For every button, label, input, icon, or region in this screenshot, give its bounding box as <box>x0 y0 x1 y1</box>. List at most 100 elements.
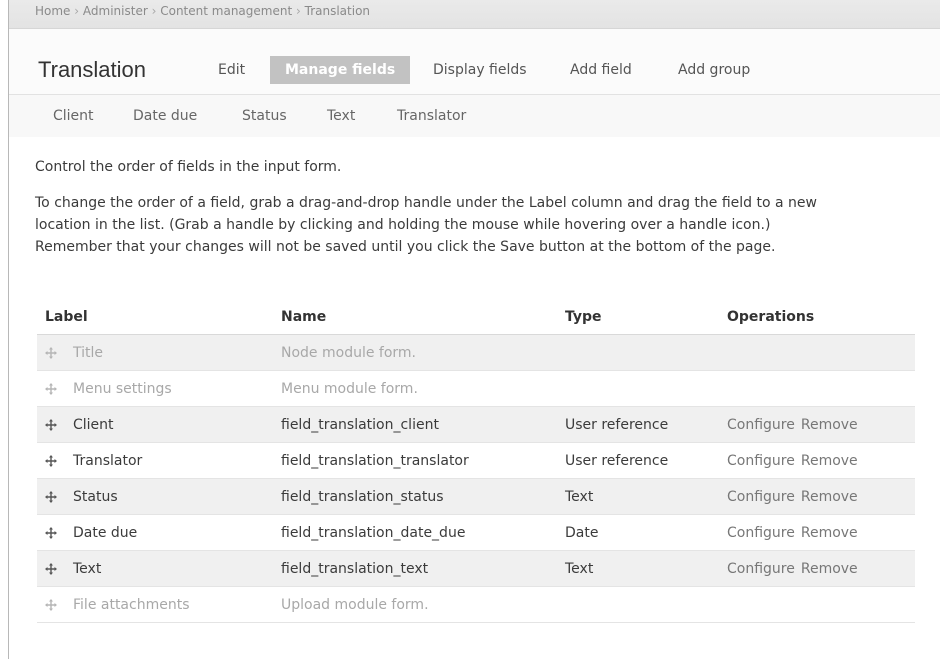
configure-link[interactable]: Configure <box>727 489 795 505</box>
field-label: Client <box>73 416 114 433</box>
tab-add-field[interactable]: Add field <box>570 56 632 84</box>
cell-type <box>565 334 727 371</box>
breadcrumb: Home › Administer › Content management ›… <box>9 0 940 29</box>
cell-name: field_translation_status <box>281 478 565 515</box>
drag-handle-icon[interactable] <box>45 454 57 467</box>
tab-edit[interactable]: Edit <box>218 56 245 84</box>
help-intro-text: Control the order of fields in the input… <box>35 159 342 175</box>
field-label: Date due <box>73 524 138 541</box>
remove-link[interactable]: Remove <box>801 417 858 433</box>
help-line-1: To change the order of a field, grab a d… <box>35 195 817 211</box>
table-row: Text field_translation_text Text Configure R… <box>37 550 915 587</box>
drag-handle-icon[interactable] <box>45 490 57 503</box>
remove-link[interactable]: Remove <box>801 489 858 505</box>
subtab-text[interactable]: Text <box>327 108 355 124</box>
cell-label: Translator <box>37 442 281 479</box>
header-type: Type <box>565 300 727 335</box>
configure-link[interactable]: Configure <box>727 453 795 469</box>
configure-link[interactable]: Configure <box>727 417 795 433</box>
breadcrumb-separator: › <box>74 4 80 18</box>
cell-operations: Configure Remove <box>727 550 915 587</box>
field-label: File attachments <box>73 596 190 613</box>
header-operations: Operations <box>727 300 915 335</box>
cell-label: Status <box>37 478 281 515</box>
help-line-3: Remember that your changes will not be s… <box>35 239 776 255</box>
subtab-client[interactable]: Client <box>53 108 94 124</box>
drag-handle-icon[interactable] <box>45 418 57 431</box>
field-label: Text <box>73 560 102 577</box>
table-body: Title Node module form. Menu settings Menu … <box>37 334 915 623</box>
configure-link[interactable]: Configure <box>727 525 795 541</box>
cell-operations: Configure Remove <box>727 478 915 515</box>
breadcrumb-content-management[interactable]: Content management <box>160 4 292 18</box>
breadcrumb-translation[interactable]: Translation <box>305 4 370 18</box>
drag-handle-icon <box>45 382 57 395</box>
breadcrumb-home[interactable]: Home <box>35 4 70 18</box>
cell-name: field_translation_client <box>281 406 565 443</box>
cell-label: Text <box>37 550 281 587</box>
subtab-date-due[interactable]: Date due <box>133 108 197 124</box>
cell-name: Menu module form. <box>281 370 565 407</box>
breadcrumb-separator: › <box>296 4 301 18</box>
help-instructions: To change the order of a field, grab a d… <box>35 192 925 258</box>
help-intro: Control the order of fields in the input… <box>35 156 925 178</box>
remove-link[interactable]: Remove <box>801 525 858 541</box>
cell-type: User reference <box>565 406 727 443</box>
cell-type: Date <box>565 514 727 551</box>
header-name: Name <box>281 300 565 335</box>
cell-name: Node module form. <box>281 334 565 371</box>
drag-handle-icon <box>45 346 57 359</box>
drag-handle-icon[interactable] <box>45 562 57 575</box>
table-row: Translator field_translation_translator Us… <box>37 442 915 479</box>
page-title: Translation <box>38 57 147 82</box>
cell-operations <box>727 334 915 371</box>
cell-operations: Configure Remove <box>727 442 915 479</box>
cell-name: field_translation_text <box>281 550 565 587</box>
table-row: Date due field_translation_date_due Date Co… <box>37 514 915 551</box>
cell-label: Date due <box>37 514 281 551</box>
cell-operations <box>727 586 915 623</box>
drag-handle-icon[interactable] <box>45 526 57 539</box>
drag-handle-icon <box>45 598 57 611</box>
field-label: Status <box>73 488 118 505</box>
table-row: Status field_translation_status Text Config… <box>37 478 915 515</box>
tab-display-fields[interactable]: Display fields <box>433 56 527 84</box>
remove-link[interactable]: Remove <box>801 561 858 577</box>
field-label: Title <box>73 344 104 361</box>
table-row: File attachments Upload module form. <box>37 586 915 623</box>
table-row: Menu settings Menu module form. <box>37 370 915 407</box>
secondary-tabs: Client Date due Status Text Translator <box>9 95 940 137</box>
cell-type <box>565 586 727 623</box>
cell-operations <box>727 370 915 407</box>
table-row: Client field_translation_client User refer… <box>37 406 915 443</box>
cell-operations: Configure Remove <box>727 514 915 551</box>
breadcrumb-separator: › <box>151 4 157 18</box>
page-header: Translation Edit Manage fields Display f… <box>9 29 940 95</box>
cell-type: Text <box>565 550 727 587</box>
cell-label: Title <box>37 334 281 371</box>
cell-type: Text <box>565 478 727 515</box>
subtab-translator[interactable]: Translator <box>397 108 466 124</box>
fields-table: Label Name Type Operations Title Node mod… <box>37 300 915 623</box>
cell-name: Upload module form. <box>281 586 565 623</box>
help-line-2: location in the list. (Grab a handle by … <box>35 217 771 233</box>
cell-name: field_translation_translator <box>281 442 565 479</box>
breadcrumb-administer[interactable]: Administer <box>83 4 148 18</box>
cell-label: File attachments <box>37 586 281 623</box>
table-row: Title Node module form. <box>37 334 915 371</box>
cell-type <box>565 370 727 407</box>
cell-operations: Configure Remove <box>727 406 915 443</box>
page-frame: Home › Administer › Content management ›… <box>8 0 940 659</box>
tab-add-group[interactable]: Add group <box>678 56 750 84</box>
cell-name: field_translation_date_due <box>281 514 565 551</box>
remove-link[interactable]: Remove <box>801 453 858 469</box>
subtab-status[interactable]: Status <box>242 108 287 124</box>
table-header-row: Label Name Type Operations <box>37 300 915 335</box>
field-label: Menu settings <box>73 380 172 397</box>
cell-label: Menu settings <box>37 370 281 407</box>
field-label: Translator <box>73 452 143 469</box>
cell-label: Client <box>37 406 281 443</box>
tab-manage-fields[interactable]: Manage fields <box>270 56 411 84</box>
configure-link[interactable]: Configure <box>727 561 795 577</box>
cell-type: User reference <box>565 442 727 479</box>
